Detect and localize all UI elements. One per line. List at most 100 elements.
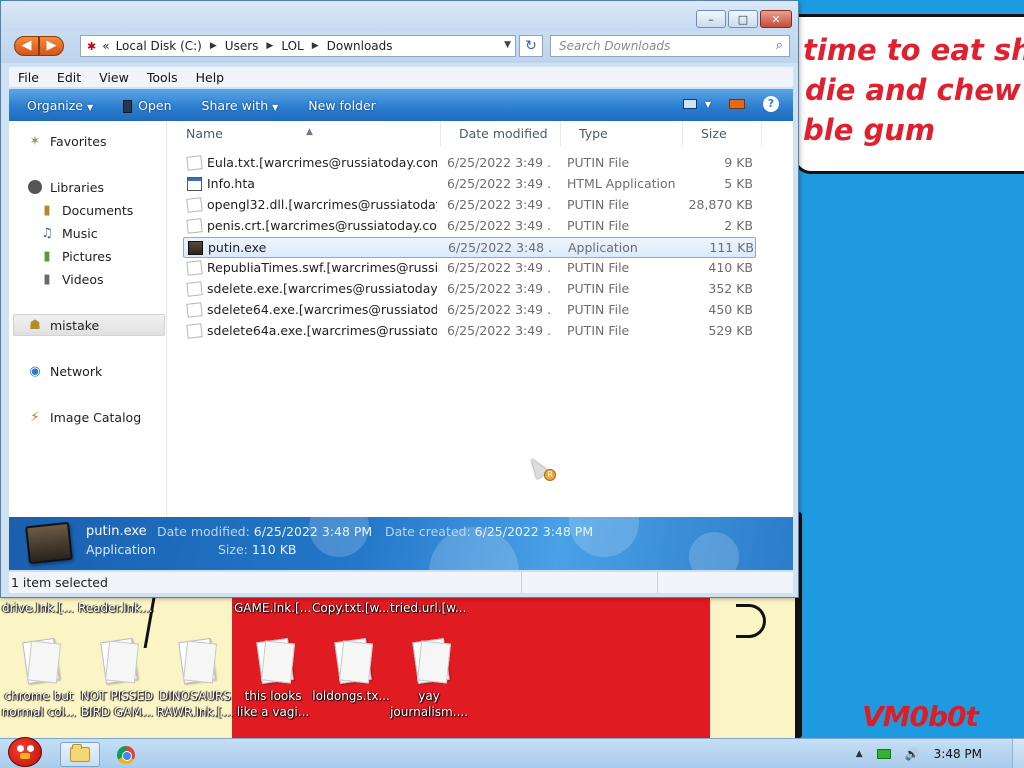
new-folder-button[interactable]: New folder (308, 98, 376, 113)
menu-view[interactable]: View (90, 70, 138, 85)
desktop-icon-label[interactable]: Copy.txt.[w... (312, 601, 388, 615)
volume-icon[interactable]: 🔊 (905, 747, 920, 761)
file-row[interactable]: Eula.txt.[warcrimes@russiatoday.com... 6/… (183, 153, 756, 174)
column-date-modified[interactable]: Date modified (441, 121, 561, 147)
nav-music[interactable]: ♫ Music (39, 225, 97, 241)
search-input[interactable]: Search Downloads ⌕ (550, 35, 790, 57)
search-placeholder: Search Downloads (559, 39, 671, 53)
file-row[interactable]: Info.hta 6/25/2022 3:49 ... HTML Applicati… (183, 174, 756, 195)
start-button[interactable] (2, 731, 48, 768)
nav-libraries[interactable]: Libraries (27, 179, 104, 195)
file-size: 111 KB (709, 240, 754, 255)
nav-label: Favorites (50, 133, 107, 149)
refresh-button[interactable]: ↻ (519, 35, 543, 57)
chevron-down-icon[interactable]: ▼ (504, 40, 511, 50)
nav-favorites[interactable]: ✶ Favorites (27, 133, 107, 149)
desktop-icon-label[interactable]: GAME.lnk.[... (234, 601, 310, 615)
network-status-icon[interactable] (876, 749, 891, 759)
taskbar-explorer-button[interactable] (60, 742, 100, 767)
close-button[interactable]: ✕ (760, 10, 792, 28)
share-with-button[interactable]: Share with ▼ (202, 98, 279, 113)
breadcrumb-overflow[interactable]: « (102, 39, 109, 53)
menu-file[interactable]: File (9, 70, 48, 85)
desktop-icon-label[interactable]: tried.url.[w... (390, 601, 466, 615)
file-row[interactable]: putin.exe 6/25/2022 3:48 ... Application 11… (183, 237, 756, 258)
chevron-right-icon[interactable]: ▶ (312, 41, 319, 51)
nav-label: mistake (50, 317, 100, 333)
breadcrumb-item[interactable]: LOL (281, 39, 303, 53)
application-icon (188, 241, 203, 255)
breadcrumb-item[interactable]: Downloads (327, 39, 393, 53)
desktop-icon[interactable]: loldongs.tx... (312, 638, 390, 704)
desktop-icon[interactable]: NOT PISSED BIRD GAM... (78, 638, 156, 720)
file-row[interactable]: sdelete.exe.[warcrimes@russiatoday.... 6/… (183, 279, 756, 300)
nav-videos[interactable]: ▮ Videos (39, 271, 103, 287)
details-size: Size: 110 KB (218, 542, 296, 557)
column-size[interactable]: Size (683, 121, 762, 147)
desktop-icon-label: yay (418, 689, 440, 703)
file-name: RepubliaTimes.swf.[warcrimes@russi... (207, 260, 437, 275)
preview-pane-button[interactable] (729, 97, 745, 112)
libraries-icon (27, 179, 43, 195)
file-row[interactable]: sdelete64.exe.[warcrimes@russiatod... 6/2… (183, 300, 756, 321)
nav-image-catalog[interactable]: ⚡ Image Catalog (27, 409, 141, 425)
address-bar[interactable]: ✱ « Local Disk (C:) ▶ Users ▶ LOL ▶ Down… (80, 35, 516, 57)
nav-homegroup[interactable]: ☗ mistake (27, 317, 99, 333)
file-row[interactable]: opengl32.dll.[warcrimes@russiatoday... 6/… (183, 195, 756, 216)
breadcrumb-item[interactable]: Users (225, 39, 259, 53)
view-options-button[interactable]: ▼ (682, 99, 711, 109)
file-type: PUTIN File (567, 323, 630, 338)
file-name: opengl32.dll.[warcrimes@russiatoday... (207, 197, 437, 212)
file-name: Eula.txt.[warcrimes@russiatoday.com... (207, 155, 437, 170)
breadcrumb-item[interactable]: Local Disk (C:) (116, 39, 202, 53)
back-button[interactable]: ◀ (14, 36, 39, 56)
nav-pictures[interactable]: ▮ Pictures (39, 248, 111, 264)
column-type[interactable]: Type (561, 121, 683, 147)
menu-edit[interactable]: Edit (48, 70, 90, 85)
desktop-icon[interactable]: chrome but normal col... (0, 638, 78, 720)
details-value: 6/25/2022 3:48 PM (253, 524, 373, 539)
menu-tools[interactable]: Tools (138, 70, 187, 85)
show-hidden-icons-button[interactable]: ▲ (856, 749, 863, 759)
file-type: PUTIN File (567, 281, 630, 296)
minimize-button[interactable]: – (696, 10, 726, 28)
file-type: PUTIN File (567, 197, 630, 212)
search-icon[interactable]: ⌕ (776, 38, 783, 53)
title-bar[interactable]: – □ ✕ (1, 1, 798, 31)
open-button[interactable]: Open (123, 98, 172, 113)
file-row[interactable]: RepubliaTimes.swf.[warcrimes@russi... 6/2… (183, 258, 756, 279)
file-row[interactable]: sdelete64a.exe.[warcrimes@russiato... 6/2… (183, 321, 756, 342)
file-row[interactable]: penis.crt.[warcrimes@russiatoday.co... 6/… (183, 216, 756, 237)
desktop-icon-label: normal col... (1, 705, 77, 719)
menu-help[interactable]: Help (187, 70, 234, 85)
column-name[interactable]: Name ▲ (168, 121, 441, 147)
chevron-right-icon[interactable]: ▶ (266, 41, 273, 51)
file-size: 5 KB (724, 176, 753, 191)
show-desktop-button[interactable] (1012, 739, 1024, 768)
desktop-icon[interactable]: DINOSAURS RAWR.lnk.[... (156, 638, 234, 720)
taskbar-chrome-button[interactable] (106, 742, 146, 767)
column-label: Name (186, 126, 223, 141)
desktop-icon[interactable]: yay journalism.... (390, 638, 468, 720)
organize-button[interactable]: Organize ▼ (27, 98, 93, 113)
nav-network[interactable]: ◉ Network (27, 363, 102, 379)
file-type: PUTIN File (567, 302, 630, 317)
clock[interactable]: 3:48 PM (934, 747, 982, 761)
forward-button[interactable]: ▶ (39, 36, 64, 56)
details-label: Date modified: (157, 524, 250, 539)
file-icon (186, 218, 203, 234)
file-icon (186, 281, 203, 297)
file-icon (19, 638, 59, 684)
maximize-button[interactable]: □ (728, 10, 758, 28)
app-icon (123, 99, 133, 113)
share-with-label: Share with (201, 97, 269, 113)
desktop-icon-label[interactable]: drive.lnk.[... (0, 601, 76, 615)
chevron-right-icon[interactable]: ▶ (210, 41, 217, 51)
desktop-icon-label[interactable]: Reader.lnk.... (78, 601, 154, 615)
desktop-icon-label: loldongs.tx... (312, 689, 390, 703)
desktop-icon[interactable]: this looks like a vagi... (234, 638, 312, 720)
help-button[interactable]: ? (763, 96, 779, 112)
file-icon (186, 323, 203, 339)
nav-documents[interactable]: ▮ Documents (39, 202, 133, 218)
new-folder-label: New folder (308, 97, 376, 113)
